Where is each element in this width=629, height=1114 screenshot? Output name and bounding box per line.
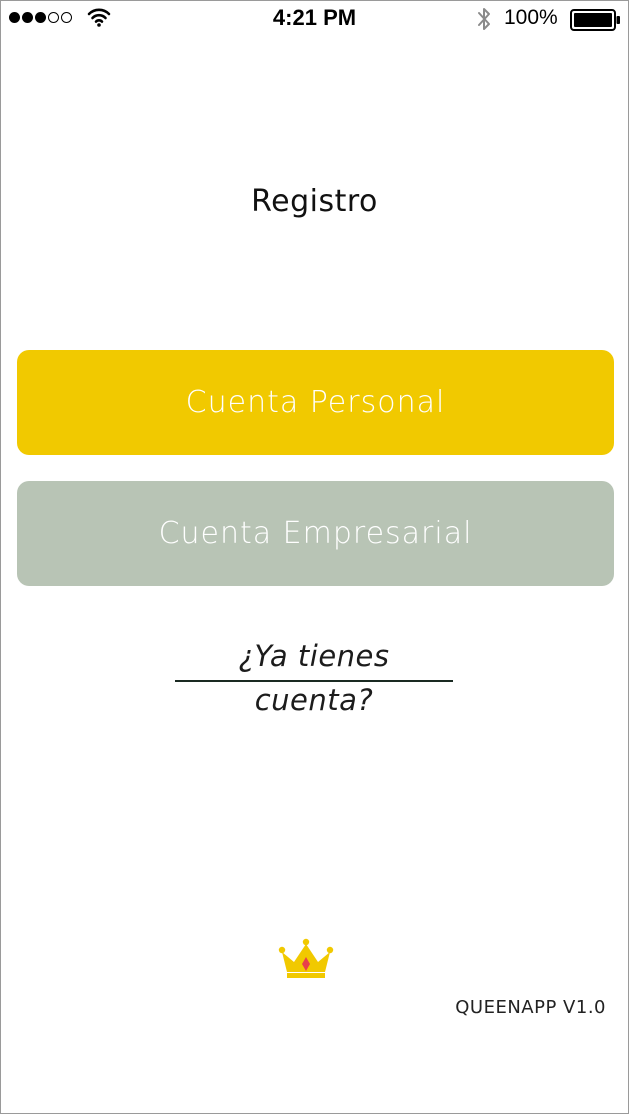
registration-screen: 4:21 PM 100% Registro Cuenta Personal Cu… (0, 0, 629, 1114)
crown-icon (278, 938, 334, 978)
app-version: QUEENAPP V1.0 (455, 997, 606, 1018)
bluetooth-icon (478, 8, 490, 30)
battery-icon (570, 9, 620, 31)
personal-account-button[interactable]: Cuenta Personal (17, 350, 614, 455)
business-account-button[interactable]: Cuenta Empresarial (17, 481, 614, 586)
status-bar: 4:21 PM 100% (1, 1, 628, 37)
already-have-account-link[interactable]: ¿Ya tienes cuenta? (175, 634, 453, 717)
business-account-label: Cuenta Empresarial (158, 516, 473, 551)
battery-percent: 100% (504, 6, 558, 29)
page-title: Registro (251, 184, 378, 219)
personal-account-label: Cuenta Personal (185, 385, 446, 420)
